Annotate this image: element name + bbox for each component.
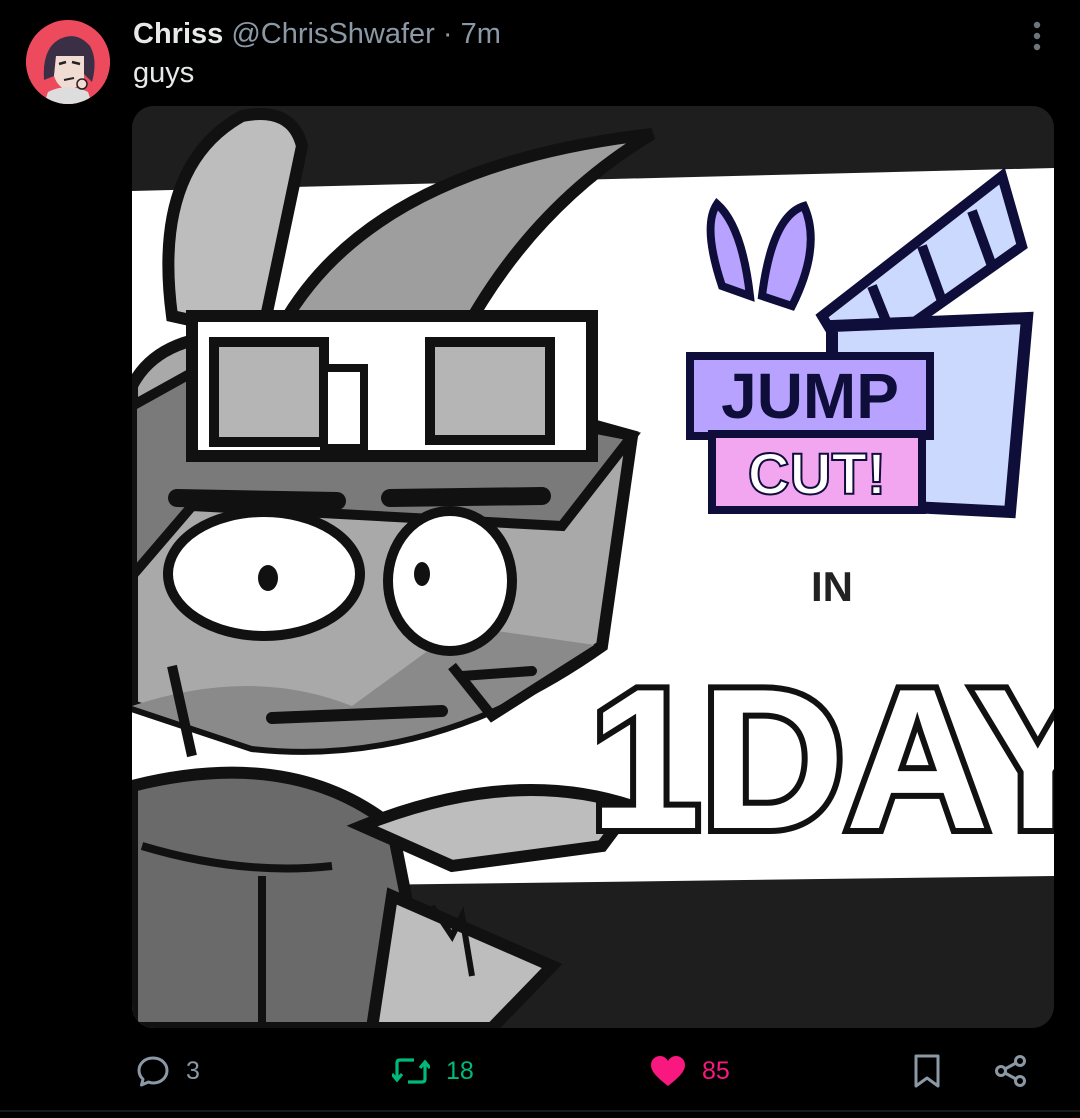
bookmark-icon (914, 1054, 940, 1088)
share-icon (995, 1055, 1026, 1087)
heart-icon (651, 1056, 685, 1086)
reply-button[interactable]: 3 (136, 1046, 200, 1096)
retweet-count: 18 (446, 1056, 474, 1085)
image-in-text: IN (811, 563, 853, 610)
post-timestamp[interactable]: 7m (461, 18, 501, 50)
post-divider (0, 1110, 1080, 1112)
vertical-dots-icon (1033, 21, 1041, 51)
more-options-button[interactable] (1022, 20, 1052, 52)
share-button[interactable] (994, 1046, 1028, 1096)
post-action-bar: 3 18 85 (0, 1046, 1080, 1096)
post-text: guys (133, 57, 195, 89)
reply-count: 3 (186, 1056, 200, 1085)
post-image[interactable]: JUMP CUT! IN 1DAY (132, 106, 1054, 1028)
post-header: Chriss @ChrisShwafer · 7m (133, 16, 501, 52)
bookmark-button[interactable] (912, 1046, 942, 1096)
like-button[interactable]: 85 (650, 1046, 730, 1096)
author-avatar[interactable] (26, 20, 110, 104)
separator-dot: · (442, 18, 453, 50)
logo-jump-text: JUMP (721, 360, 899, 432)
like-count: 85 (702, 1056, 730, 1085)
retweet-button[interactable]: 18 (392, 1046, 474, 1096)
logo-cut-text: CUT! (748, 442, 887, 507)
image-1day-text: 1DAY (589, 648, 1054, 871)
speech-bubble-icon (137, 1056, 169, 1087)
retweet-icon (392, 1058, 430, 1084)
author-handle[interactable]: @ChrisShwafer (231, 18, 435, 50)
author-name[interactable]: Chriss (133, 18, 223, 50)
